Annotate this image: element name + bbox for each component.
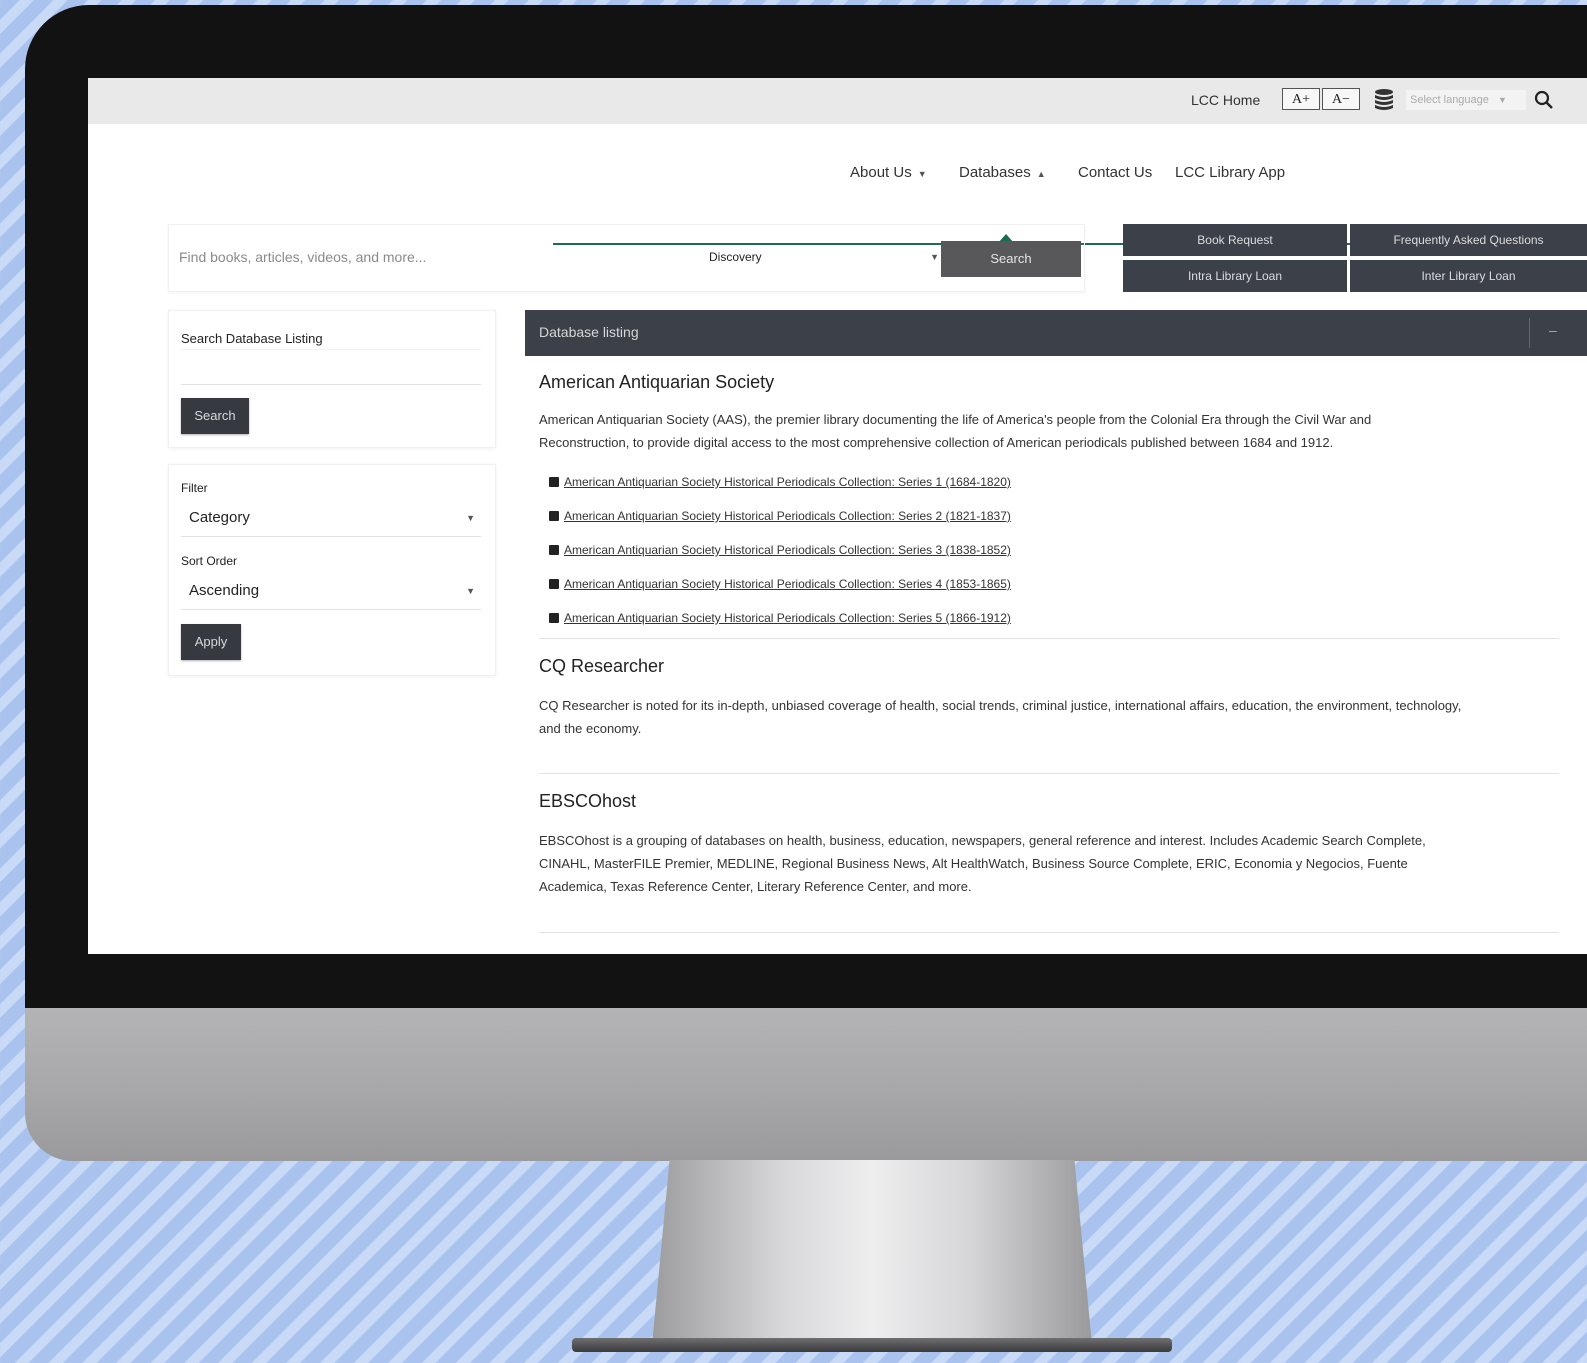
listing-title: Database listing [539,324,639,340]
database-link[interactable]: American Antiquarian Society Historical … [549,611,1011,625]
database-link-text[interactable]: American Antiquarian Society Historical … [564,611,1011,625]
external-link-icon [549,613,559,623]
external-link-icon [549,579,559,589]
intra-library-loan-button[interactable]: Intra Library Loan [1123,260,1347,292]
header-divider [1529,318,1530,348]
database-link-text[interactable]: American Antiquarian Society Historical … [564,543,1011,557]
faq-button[interactable]: Frequently Asked Questions [1350,224,1587,256]
font-increase-button[interactable]: A+ [1282,88,1320,110]
chevron-down-icon: ▼ [1497,95,1507,105]
database-link[interactable]: American Antiquarian Society Historical … [549,509,1011,523]
description-line: CQ Researcher is noted for its in-depth,… [539,698,1462,713]
inter-library-loan-button[interactable]: Inter Library Loan [1350,260,1587,292]
description-line: Reconstruction, to provide digital acces… [539,435,1334,450]
description-line: and the economy. [539,721,642,736]
lcc-home-link[interactable]: LCC Home [1191,92,1260,108]
external-link-icon [549,545,559,555]
description-line: EBSCOhost is a grouping of databases on … [539,833,1426,848]
database-link[interactable]: American Antiquarian Society Historical … [549,543,1011,557]
database-search-button[interactable]: Search [181,398,249,434]
caret-down-icon: ▼ [917,169,927,179]
description-line: American Antiquarian Society (AAS), the … [539,412,1372,427]
language-select-label: Select language [1410,94,1489,106]
monitor-stand [652,1160,1092,1345]
database-title[interactable]: American Antiquarian Society [539,372,774,393]
caret-up-icon: ▲ [1036,169,1046,179]
search-scope-value: Discovery [709,250,762,264]
nav-databases[interactable]: Databases ▲ [959,164,1046,181]
nav-about-us[interactable]: About Us ▼ [850,164,927,181]
apply-button[interactable]: Apply [181,624,241,660]
search-scope-select[interactable]: Discovery ▼ [709,242,939,272]
chevron-down-icon: ▼ [466,586,475,596]
discovery-search: Find books, articles, videos, and more..… [168,224,1085,292]
database-link[interactable]: American Antiquarian Society Historical … [549,577,1011,591]
search-icon[interactable] [1534,90,1554,115]
external-link-icon [549,477,559,487]
filter-panel: Filter Category ▼ Sort Order Ascending ▼… [168,464,496,676]
database-icon[interactable] [1372,88,1396,117]
sort-order-label: Sort Order [181,554,238,568]
description-line: Academica, Texas Reference Center, Liter… [539,879,972,894]
database-link[interactable]: American Antiquarian Society Historical … [549,475,1011,489]
search-button[interactable]: Search [941,241,1081,277]
sort-order-value: Ascending [189,582,260,599]
monitor-screen: LCC Home A+ A− Select language ▼ About U… [88,78,1587,954]
database-title[interactable]: EBSCOhost [539,791,636,812]
divider [539,932,1559,933]
search-database-label: Search Database Listing [181,331,323,346]
nav-databases-label: Databases [959,164,1031,181]
database-description: American Antiquarian Society (AAS), the … [539,408,1569,454]
database-listing: Database listing – American Antiquarian … [525,310,1587,954]
listing-header: Database listing – [525,310,1587,356]
monitor-stand-foot [572,1338,1172,1352]
database-link-text[interactable]: American Antiquarian Society Historical … [564,577,1011,591]
database-search-panel: Search Database Listing Search [168,310,496,448]
main-nav: About Us ▼ Databases ▲ Contact Us LCC Libr… [88,124,1587,245]
database-link-text[interactable]: American Antiquarian Society Historical … [564,509,1011,523]
collapse-icon[interactable]: – [1549,322,1557,338]
chevron-down-icon: ▼ [466,513,475,523]
nav-about-us-label: About Us [850,164,912,181]
search-input[interactable]: Find books, articles, videos, and more..… [179,242,689,272]
book-request-button[interactable]: Book Request [1123,224,1347,256]
database-title[interactable]: CQ Researcher [539,656,664,677]
monitor-chin [25,1008,1587,1161]
filter-label: Filter [181,481,208,495]
chevron-down-icon: ▼ [930,252,939,262]
category-select-value: Category [189,509,250,526]
description-line: CINAHL, MasterFILE Premier, MEDLINE, Reg… [539,856,1408,871]
database-search-input[interactable] [181,349,481,385]
database-link-text[interactable]: American Antiquarian Society Historical … [564,475,1011,489]
sort-order-select[interactable]: Ascending ▼ [181,572,481,610]
nav-contact-us[interactable]: Contact Us [1078,164,1152,181]
database-description: EBSCOhost is a grouping of databases on … [539,829,1569,898]
category-select[interactable]: Category ▼ [181,499,481,537]
nav-library-app[interactable]: LCC Library App [1175,164,1285,181]
divider [539,638,1559,639]
divider [539,773,1559,774]
font-decrease-button[interactable]: A− [1322,88,1360,110]
database-description: CQ Researcher is noted for its in-depth,… [539,694,1569,740]
utility-bar: LCC Home A+ A− Select language ▼ [88,78,1587,124]
external-link-icon [549,511,559,521]
language-select[interactable]: Select language ▼ [1406,90,1526,110]
